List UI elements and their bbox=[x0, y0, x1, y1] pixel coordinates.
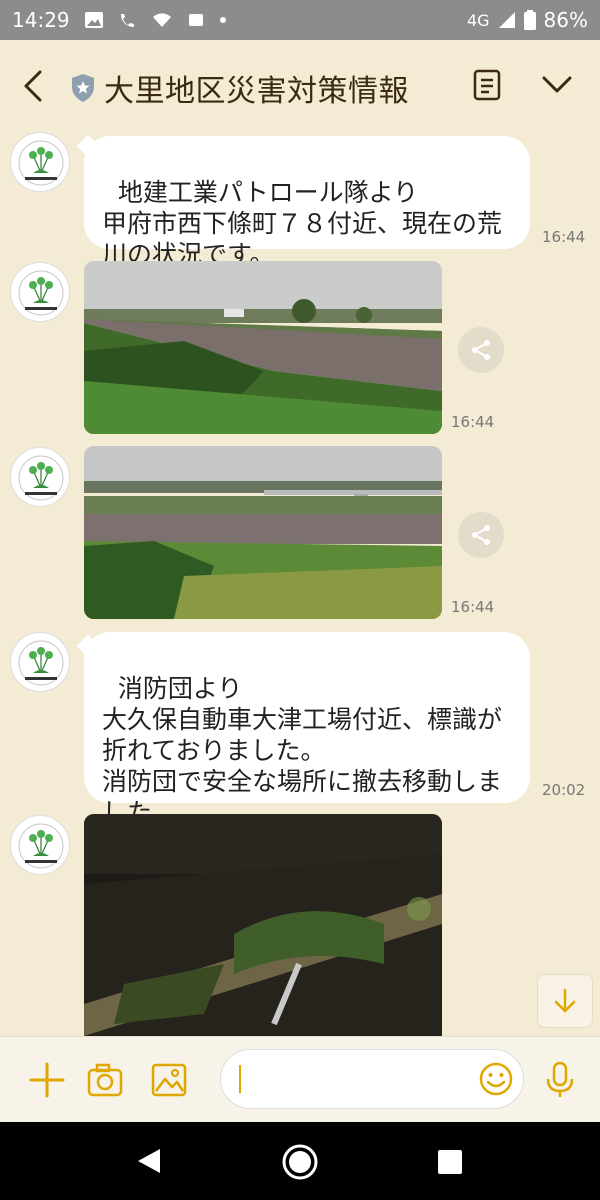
avatar[interactable] bbox=[10, 815, 70, 875]
text-caret bbox=[239, 1065, 241, 1093]
avatar[interactable] bbox=[10, 132, 70, 192]
home-icon[interactable] bbox=[281, 1143, 319, 1181]
disaster-committee-logo bbox=[18, 823, 64, 869]
image-icon[interactable] bbox=[150, 1061, 188, 1099]
share-icon bbox=[472, 525, 490, 545]
back-triangle-icon[interactable] bbox=[134, 1146, 164, 1176]
emoji-icon[interactable] bbox=[478, 1061, 514, 1097]
message-text: 消防団より 大久保自動車大津工場付近、標識が 折れておりました。 消防団で安全な… bbox=[102, 674, 503, 827]
chevron-down-icon[interactable] bbox=[540, 72, 574, 96]
camera-icon[interactable] bbox=[86, 1061, 124, 1099]
wifi-icon bbox=[152, 13, 171, 27]
share-icon bbox=[472, 340, 490, 360]
message-bubble[interactable]: 地建工業パトロール隊より 甲府市西下條町７８付近、現在の荒 川の状況です。 bbox=[84, 136, 530, 269]
chat-title: 大里地区災害対策情報 bbox=[104, 74, 409, 109]
avatar[interactable] bbox=[10, 447, 70, 507]
signal-icon bbox=[498, 12, 515, 28]
disaster-committee-logo bbox=[18, 640, 64, 686]
status-bar: 14:29 4G 86% bbox=[0, 0, 600, 40]
share-button[interactable] bbox=[458, 327, 504, 373]
system-navigation-bar bbox=[0, 1122, 600, 1200]
photo-message-bridge[interactable] bbox=[84, 446, 442, 619]
note-list-icon[interactable] bbox=[472, 68, 502, 102]
network-type: 4G bbox=[466, 10, 490, 30]
plus-icon[interactable] bbox=[28, 1061, 66, 1099]
photo-message-river[interactable] bbox=[84, 261, 442, 434]
gallery-icon bbox=[84, 12, 103, 28]
disaster-committee-logo bbox=[18, 140, 64, 186]
battery-level: 86% bbox=[543, 8, 588, 32]
message-text: 地建工業パトロール隊より 甲府市西下條町７８付近、現在の荒 川の状況です。 bbox=[102, 178, 503, 269]
message-time: 16:44 bbox=[451, 413, 495, 431]
notification-dot bbox=[219, 17, 226, 23]
avatar[interactable] bbox=[10, 262, 70, 322]
scroll-to-bottom-button[interactable] bbox=[537, 974, 593, 1028]
status-time: 14:29 bbox=[12, 8, 70, 32]
mic-icon[interactable] bbox=[544, 1061, 576, 1099]
fax-icon bbox=[188, 14, 203, 26]
chat-header: 大里地区災害対策情報 bbox=[0, 40, 600, 132]
chat-title-area[interactable]: 大里地区災害対策情報 bbox=[70, 66, 409, 110]
battery-icon bbox=[523, 10, 536, 30]
recents-icon[interactable] bbox=[437, 1149, 463, 1175]
share-button[interactable] bbox=[458, 512, 504, 558]
disaster-committee-logo bbox=[18, 455, 64, 501]
message-input-bar bbox=[0, 1036, 600, 1122]
arrow-down-icon bbox=[554, 988, 576, 1013]
photo-message-sign[interactable] bbox=[84, 814, 442, 1036]
disaster-committee-logo bbox=[18, 270, 64, 316]
message-bubble[interactable]: 消防団より 大久保自動車大津工場付近、標識が 折れておりました。 消防団で安全な… bbox=[84, 632, 530, 827]
message-time: 16:44 bbox=[451, 598, 495, 616]
message-time: 16:44 bbox=[542, 228, 586, 246]
shield-star-icon bbox=[72, 74, 94, 102]
wifi-calling-icon bbox=[120, 14, 134, 27]
message-time: 20:02 bbox=[542, 781, 586, 799]
avatar[interactable] bbox=[10, 632, 70, 692]
chevron-left-icon[interactable] bbox=[18, 66, 52, 106]
